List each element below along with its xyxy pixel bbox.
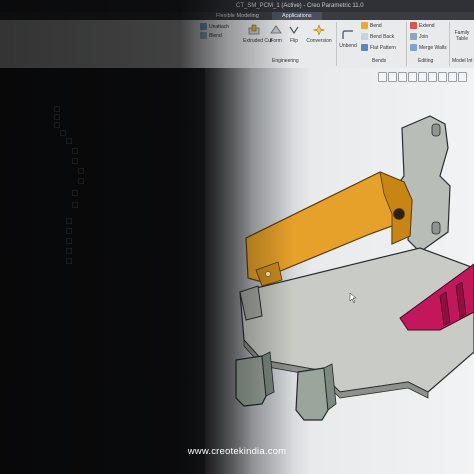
slot-hole (431, 123, 441, 137)
sheetmetal-part-model[interactable] (0, 0, 474, 474)
watermark-url: www.creotekindia.com (187, 446, 287, 457)
foot-left (235, 355, 267, 407)
foot-right (295, 367, 329, 421)
mounting-hole (393, 208, 405, 220)
tab-hole (265, 271, 271, 277)
slot-hole (431, 221, 441, 235)
